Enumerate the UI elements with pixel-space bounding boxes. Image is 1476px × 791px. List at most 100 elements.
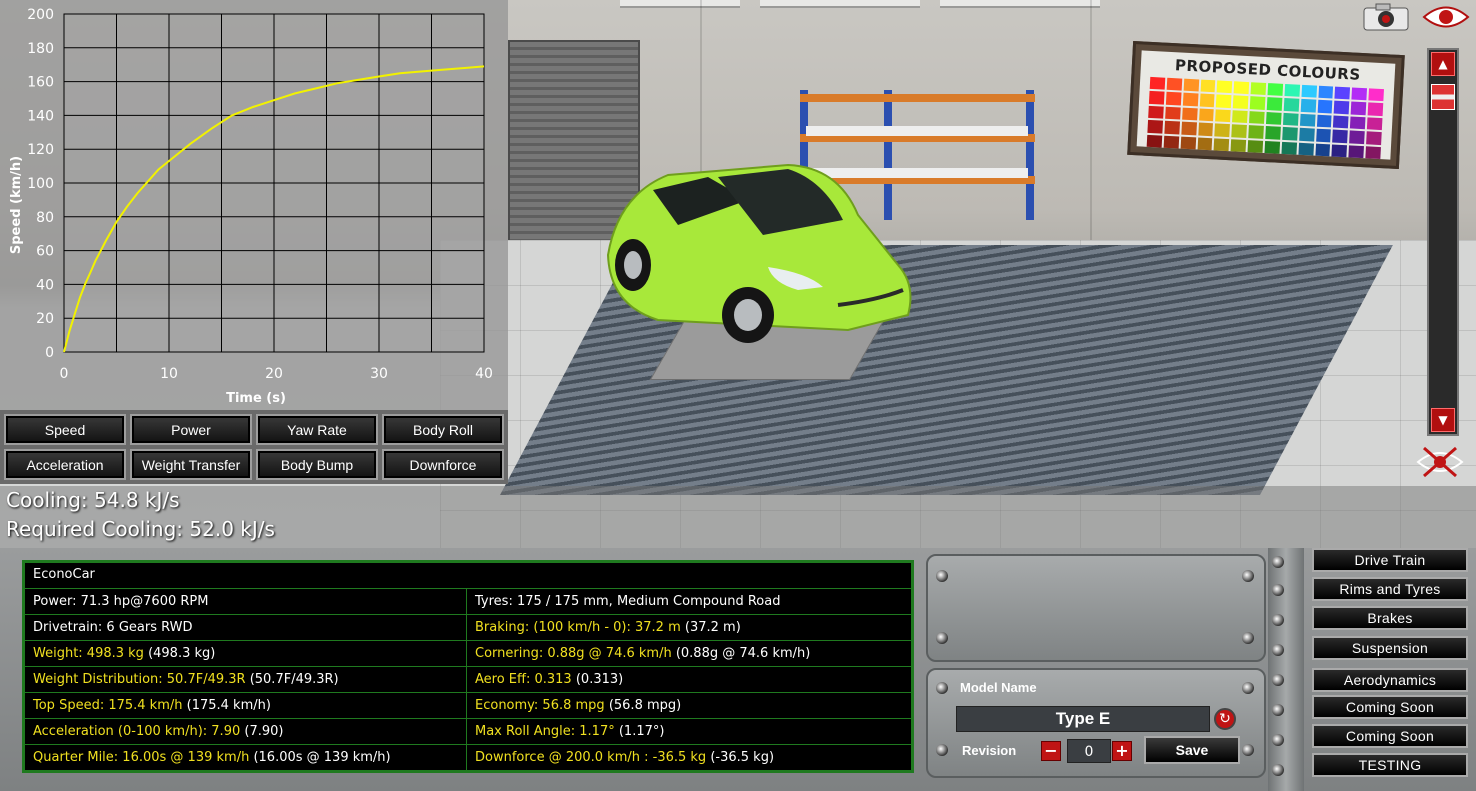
reset-icon[interactable]: ↻ (1214, 708, 1236, 730)
colour-swatch (1231, 124, 1248, 138)
car-name: EconoCar (25, 563, 911, 589)
hide-ui-icon[interactable] (1416, 444, 1464, 480)
revision-value: 0 (1067, 739, 1111, 763)
colour-swatch (1334, 86, 1351, 100)
colour-swatch (1265, 111, 1282, 125)
camera-zoom-scrollbar[interactable]: ▲ ▼ (1427, 48, 1459, 436)
panel-divider (1268, 548, 1304, 791)
colour-swatch (1233, 81, 1250, 95)
stat-value: Top Speed: 175.4 km/h (33, 698, 183, 713)
colour-swatch (1267, 83, 1283, 97)
graph-button-acceleration[interactable]: Acceleration (4, 449, 126, 480)
stat-value: Cornering: 0.88g @ 74.6 km/h (475, 646, 672, 661)
colour-swatch (1331, 144, 1348, 158)
stat-value: Quarter Mile: 16.00s @ 139 km/h (33, 750, 250, 765)
stat-cell: Top Speed: 175.4 km/h (175.4 km/h) (25, 693, 467, 719)
stat-reference-value: (16.00s @ 139 km/h) (249, 750, 391, 765)
y-tick-label: 0 (45, 345, 54, 361)
graph-button-weight-transfer[interactable]: Weight Transfer (130, 449, 252, 480)
stat-value: Braking: (100 km/h - 0): 37.2 m (475, 620, 681, 635)
colour-swatch (1365, 145, 1381, 160)
design-menu: Drive Train Rims and Tyres Brakes Suspen… (1304, 548, 1476, 791)
menu-brakes[interactable]: Brakes (1312, 606, 1468, 630)
menu-testing[interactable]: TESTING (1312, 753, 1468, 777)
colour-swatch (1149, 76, 1166, 91)
graph-button-speed[interactable]: Speed (4, 414, 126, 445)
stat-reference-value: (37.2 m) (680, 620, 741, 635)
colour-swatch (1163, 135, 1179, 149)
colour-swatch (1265, 126, 1281, 140)
colour-swatch (1334, 100, 1350, 115)
revision-decrement-button[interactable]: − (1041, 741, 1061, 761)
stat-cell: Acceleration (0-100 km/h): 7.90 (7.90) (25, 719, 467, 745)
stat-cell: Economy: 56.8 mpg (56.8 mpg) (467, 693, 911, 719)
colour-swatch (1282, 112, 1299, 126)
scroll-thumb[interactable] (1431, 84, 1455, 110)
colour-swatch (1216, 94, 1232, 108)
colour-swatch (1180, 136, 1196, 150)
performance-graph: 0 20 40 60 80 100 120 140 160 180 200 0 10 20 30 40 Tim… (0, 0, 508, 410)
y-tick-label: 80 (36, 210, 54, 226)
wall-seam (1090, 0, 1092, 240)
menu-rims-and-tyres[interactable]: Rims and Tyres (1312, 577, 1468, 601)
colour-swatch (1183, 78, 1199, 92)
colour-swatch (1282, 127, 1298, 141)
colour-swatch (1301, 84, 1317, 98)
colour-swatch (1283, 98, 1300, 112)
colour-swatch (1148, 91, 1165, 105)
eye-icon[interactable] (1422, 2, 1470, 32)
x-tick-label: 30 (370, 366, 388, 382)
stat-cell: Downforce @ 200.0 km/h : -36.5 kg (-36.5… (467, 745, 911, 771)
colour-swatch (1299, 113, 1316, 127)
revision-increment-button[interactable]: + (1112, 741, 1132, 761)
menu-drive-train[interactable]: Drive Train (1312, 548, 1468, 572)
colour-swatch (1214, 123, 1231, 137)
colour-swatch (1164, 106, 1181, 120)
stat-value: Aero Eff: 0.313 (475, 672, 572, 687)
y-tick-label: 180 (27, 41, 54, 57)
stat-reference-value: (0.88g @ 74.6 km/h) (671, 646, 811, 661)
colour-swatch (1300, 99, 1316, 113)
save-button[interactable]: Save (1144, 736, 1240, 764)
graph-button-body-roll[interactable]: Body Roll (382, 414, 504, 445)
graph-button-yaw-rate[interactable]: Yaw Rate (256, 414, 378, 445)
graph-button-body-bump[interactable]: Body Bump (256, 449, 378, 480)
scroll-up-button[interactable]: ▲ (1431, 52, 1455, 76)
colour-swatch (1368, 88, 1384, 102)
scroll-down-button[interactable]: ▼ (1431, 408, 1455, 432)
colour-swatch (1298, 142, 1314, 156)
stat-cell: Braking: (100 km/h - 0): 37.2 m (37.2 m) (467, 615, 911, 641)
chevron-down-icon: ▼ (1438, 413, 1448, 427)
model-name-input[interactable]: Type E (956, 706, 1210, 732)
empty-metal-panel (926, 554, 1266, 662)
stat-cell: Power: 71.3 hp@7600 RPM (25, 589, 467, 615)
colour-swatch (1298, 127, 1315, 142)
y-tick-label: 160 (27, 75, 54, 91)
graph-button-power[interactable]: Power (130, 414, 252, 445)
cooling-value: Cooling: 54.8 kJ/s (6, 488, 180, 512)
car-stats-table: EconoCar Power: 71.3 hp@7600 RPM Tyres: 1… (22, 560, 914, 773)
x-axis-label: Time (s) (226, 391, 286, 406)
menu-aerodynamics[interactable]: Aerodynamics (1312, 668, 1468, 692)
graph-mode-buttons: Speed Power Yaw Rate Body Roll Accelerat… (0, 410, 508, 484)
menu-coming-soon-1[interactable]: Coming Soon (1312, 695, 1468, 719)
menu-coming-soon-2[interactable]: Coming Soon (1312, 724, 1468, 748)
stat-value: Tyres: 175 / 175 mm, Medium Compound Roa… (475, 594, 781, 609)
stat-reference-value: (50.7F/49.3R) (245, 672, 339, 687)
colour-swatch (1181, 121, 1197, 135)
car-model[interactable] (598, 155, 916, 345)
colour-swatch (1316, 114, 1332, 128)
colour-swatch (1247, 139, 1264, 153)
graph-button-downforce[interactable]: Downforce (382, 449, 504, 480)
camera-icon[interactable] (1362, 2, 1410, 32)
stat-cell: Aero Eff: 0.313 (0.313) (467, 667, 911, 693)
stat-reference-value: (498.3 kg) (143, 646, 216, 661)
colour-swatch (1230, 138, 1247, 152)
colour-swatch (1249, 96, 1266, 110)
colour-swatch (1146, 134, 1163, 148)
stat-reference-value: (175.4 km/h) (182, 698, 271, 713)
stat-value: Weight: 498.3 kg (33, 646, 144, 661)
menu-suspension[interactable]: Suspension (1312, 636, 1468, 660)
colour-swatch (1266, 97, 1283, 111)
colour-swatch (1348, 145, 1365, 159)
